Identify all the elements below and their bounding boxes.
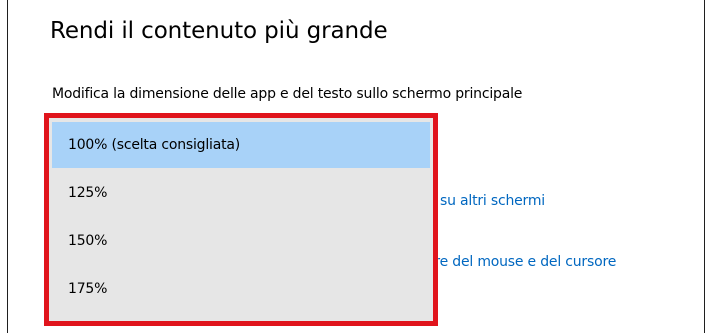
link-other-displays[interactable]: su altri schermi <box>440 193 545 209</box>
scale-option-125[interactable]: 125% <box>52 170 430 216</box>
scale-option-175[interactable]: 175% <box>52 266 430 312</box>
section-title: Rendi il contenuto più grande <box>50 18 388 44</box>
link-mouse-cursor-settings[interactable]: ore del mouse e del cursore <box>426 254 616 270</box>
scale-option-100[interactable]: 100% (scelta consigliata) <box>52 122 430 168</box>
settings-panel: Rendi il contenuto più grande Modifica l… <box>7 0 705 333</box>
option-label: 150% <box>68 233 108 249</box>
scale-option-150[interactable]: 150% <box>52 218 430 264</box>
scale-description: Modifica la dimensione delle app e del t… <box>52 86 523 102</box>
scale-dropdown-list: 100% (scelta consigliata) 125% 150% 175% <box>44 113 438 326</box>
option-label: 175% <box>68 281 108 297</box>
option-label: 100% (scelta consigliata) <box>68 137 241 153</box>
option-label: 125% <box>68 185 108 201</box>
